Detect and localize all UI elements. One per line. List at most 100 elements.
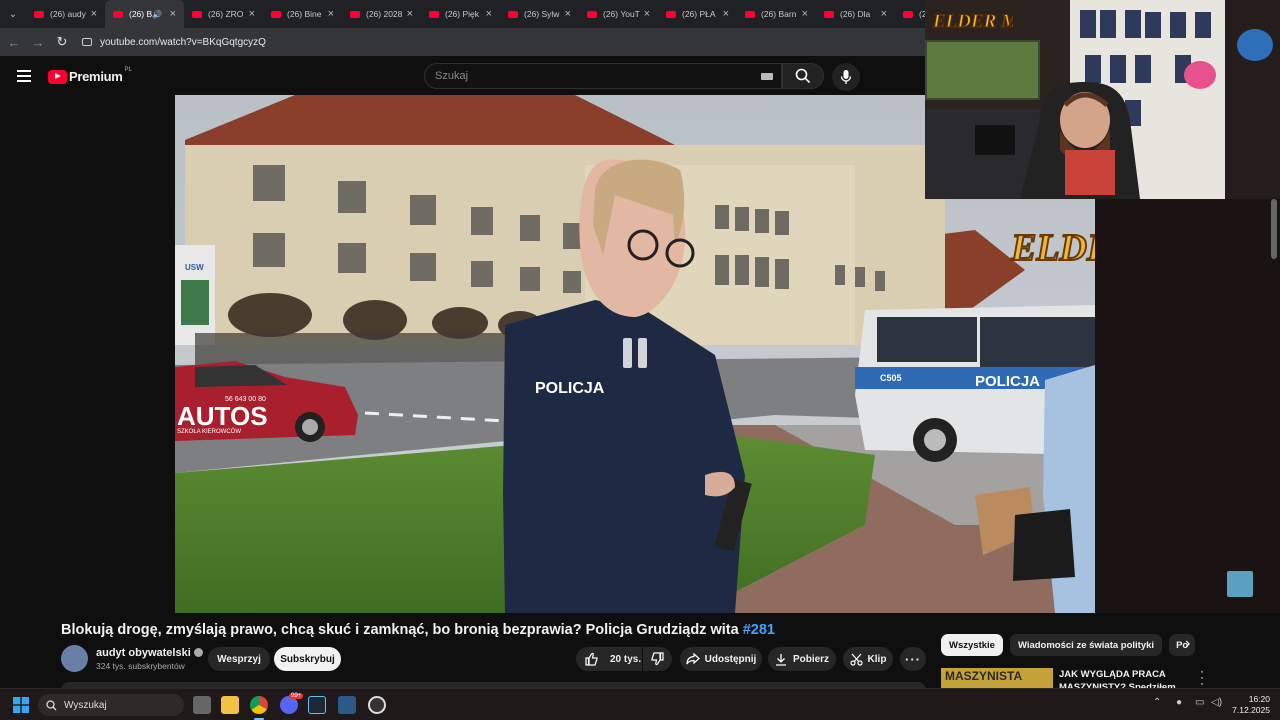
menu-icon[interactable] [17,70,31,85]
chip-politics[interactable]: Wiadomości ze świata polityki [1009,634,1163,656]
browser-tab[interactable]: (26) B 🔊 × [105,0,184,28]
video-title-text: Blokują drogę, zmyślają prawo, chcą skuć… [61,622,743,638]
more-actions-button[interactable]: ··· [900,647,926,671]
tab-label: (26) Pięk [445,9,480,19]
browser-tab[interactable]: (26) Sylw × [500,0,579,28]
mini-thumbnail-icon[interactable] [1227,571,1253,597]
dislike-button[interactable] [643,647,672,671]
tab-search-chevron-icon[interactable]: ⌄ [0,0,26,28]
tab-close-icon[interactable]: × [723,8,729,20]
channel-name[interactable]: audyt obywatelski [96,647,203,659]
windows-taskbar: Wyszukaj 99+ ⌃ ● ▭ ◁) 16:20 7.12.2025 [0,688,1280,720]
reload-icon[interactable]: ↻ [50,34,74,50]
video-hashtag-link[interactable]: #281 [743,622,775,638]
tab-label: (26) Barn [761,9,797,19]
tab-close-icon[interactable]: × [91,8,97,20]
taskbar-search-icon [46,699,57,710]
car-text: AUTOS [177,401,268,431]
chip-more[interactable]: Po [1169,634,1196,656]
microphone-icon [840,70,852,84]
youtube-favicon-icon [903,10,913,18]
tab-close-icon[interactable]: × [644,8,650,20]
clock-time: 16:20 [1248,694,1270,704]
channel-name-text[interactable]: audyt obywatelski [96,647,191,659]
url-field[interactable]: youtube.com/watch?v=BKqGqtgcyzQ [100,37,266,48]
tab-close-icon[interactable]: × [802,8,808,20]
recommended-title[interactable]: JAK WYGLĄDA PRACA MASZYNISTY? Spędziłem … [1059,668,1194,688]
youtube-favicon-icon [745,10,755,18]
search-input[interactable] [435,70,735,82]
channel-avatar[interactable] [61,645,88,672]
reco-more-icon[interactable]: · · · [1200,665,1204,689]
tab-label: (26) Dla [840,9,871,19]
voice-search-button[interactable] [832,63,860,91]
chrome-icon[interactable] [250,696,268,714]
like-button[interactable]: 20 tys. [576,647,642,671]
download-label: Pobierz [792,653,830,665]
search-button[interactable] [782,63,824,89]
scrollbar[interactable] [1271,199,1277,259]
tab-close-icon[interactable]: × [881,8,887,20]
van-number-text: C505 [880,373,902,383]
volume-icon[interactable]: ◁) [1211,697,1222,708]
tab-close-icon[interactable]: × [328,8,334,20]
car-phone-text: 56 643 00 80 [225,396,266,403]
banner-sign-text: USW [185,263,204,272]
youtube-favicon-icon [508,10,518,18]
download-button[interactable]: Pobierz [768,647,836,671]
browser-tab[interactable]: (26) Dla × [816,0,895,28]
tab-label: (26) YouT [603,9,640,19]
youtube-logo[interactable]: Premium PL [48,67,132,84]
browser-tab[interactable]: (26) 2028 × [342,0,421,28]
youtube-favicon-icon [350,10,360,18]
chip-all[interactable]: Wszystkie [941,634,1003,656]
forward-icon[interactable]: → [26,35,50,50]
steam-icon[interactable] [308,696,326,714]
microphone-tray-icon[interactable]: ● [1176,697,1182,708]
start-icon[interactable] [13,697,29,713]
tab-label: (26) Sylw [524,9,560,19]
share-button[interactable]: Udostępnij [680,647,762,671]
youtube-favicon-icon [271,10,281,18]
subscribe-button[interactable]: Subskrybuj [274,647,341,671]
clock-date: 7.12.2025 [1232,705,1270,715]
obs-icon[interactable] [368,696,386,714]
clip-button[interactable]: Klip [843,647,893,671]
streamer-logo-small-text: ELDER MT2 [932,11,1013,32]
terminal-icon[interactable] [338,696,356,714]
share-label: Udostępnij [704,653,757,665]
tab-list: (26) audy × (26) B 🔊 × (26) ZRO × (26) Bine × (26… [26,0,974,28]
browser-tab[interactable]: (26) YouT × [579,0,658,28]
site-info-icon[interactable] [82,38,92,46]
browser-tab[interactable]: (26) Bine × [263,0,342,28]
browser-tab[interactable]: (26) Pięk × [421,0,500,28]
youtube-play-icon [48,69,67,84]
task-view-icon[interactable] [193,696,211,714]
taskbar-search[interactable]: Wyszukaj [38,694,184,716]
tab-close-icon[interactable]: × [249,8,255,20]
search-icon [795,68,811,84]
browser-tab[interactable]: (26) audy × [26,0,105,28]
file-explorer-icon[interactable] [221,696,239,714]
tab-label: (26) Bine [287,9,322,19]
system-clock[interactable]: 16:20 7.12.2025 [1226,694,1270,716]
browser-tab[interactable]: (26) ZRO × [184,0,263,28]
chips-next-icon[interactable]: › [1185,635,1190,653]
back-icon[interactable]: ← [2,35,26,50]
scissors-icon [849,653,863,666]
tab-close-icon[interactable]: × [486,8,492,20]
support-button[interactable]: Wesprzyj [208,647,270,671]
tab-close-icon[interactable]: × [565,8,571,20]
tab-close-icon[interactable]: × [407,8,413,20]
tab-close-icon[interactable]: × [170,8,176,20]
tab-label: (26) PŁA [682,9,716,19]
tab-audio-icon[interactable]: 🔊 [152,10,162,19]
browser-tab[interactable]: (26) Barn × [737,0,816,28]
clip-label: Klip [867,653,887,665]
keyboard-icon[interactable] [761,73,773,80]
tray-chevron-icon[interactable]: ⌃ [1153,697,1161,708]
youtube-favicon-icon [824,10,834,18]
browser-tab[interactable]: (26) PŁA × [658,0,737,28]
network-icon[interactable]: ▭ [1195,697,1204,708]
recommended-thumbnail[interactable]: MASZYNISTA [941,668,1053,690]
